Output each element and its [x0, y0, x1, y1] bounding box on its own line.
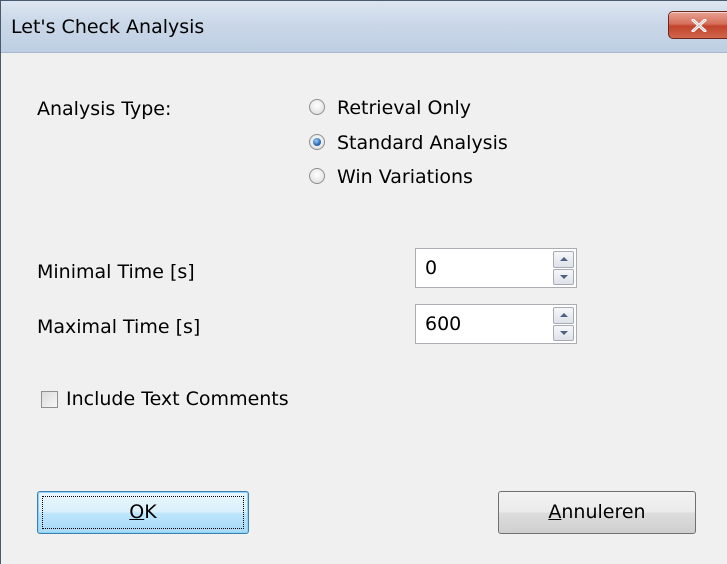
radio-standard-analysis[interactable]: [309, 134, 325, 150]
minimal-time-spin-arrows: [553, 251, 574, 285]
radio-retrieval-only[interactable]: [309, 99, 325, 115]
radio-standard-analysis-label[interactable]: Standard Analysis: [337, 132, 508, 154]
maximal-time-label: Maximal Time [s]: [37, 316, 201, 338]
ok-button-mnemonic: O: [129, 501, 145, 523]
window-title: Let's Check Analysis: [11, 16, 205, 38]
dialog-window: Let's Check Analysis Analysis Type: Retr…: [0, 0, 727, 564]
minimal-time-label: Minimal Time [s]: [37, 261, 195, 283]
close-button[interactable]: [668, 11, 727, 39]
include-comments-checkbox[interactable]: [41, 391, 58, 408]
analysis-type-label: Analysis Type:: [37, 98, 172, 120]
arrow-down-icon: [559, 274, 568, 279]
radio-retrieval-only-label[interactable]: Retrieval Only: [337, 97, 471, 119]
minimal-time-spinbox[interactable]: 0: [415, 248, 577, 288]
spin-up-button[interactable]: [553, 307, 574, 324]
include-comments-label[interactable]: Include Text Comments: [66, 388, 289, 410]
ok-button-label: K: [144, 501, 157, 523]
maximal-time-value[interactable]: 600: [425, 313, 461, 335]
close-icon: [691, 19, 707, 32]
maximal-time-spin-arrows: [553, 307, 574, 341]
radio-win-variations-label[interactable]: Win Variations: [337, 166, 473, 188]
ok-button[interactable]: OK: [37, 491, 249, 534]
spin-down-button[interactable]: [553, 324, 574, 341]
arrow-up-icon: [559, 313, 568, 318]
minimal-time-value[interactable]: 0: [425, 257, 437, 279]
arrow-down-icon: [559, 330, 568, 335]
radio-win-variations[interactable]: [309, 168, 325, 184]
maximal-time-spinbox[interactable]: 600: [415, 304, 577, 344]
cancel-button[interactable]: Annuleren: [498, 491, 696, 534]
spin-down-button[interactable]: [553, 268, 574, 285]
title-bar[interactable]: Let's Check Analysis: [1, 1, 727, 53]
cancel-button-label: nnuleren: [561, 501, 646, 523]
arrow-up-icon: [559, 257, 568, 262]
spin-up-button[interactable]: [553, 251, 574, 268]
cancel-button-mnemonic: A: [548, 501, 562, 523]
